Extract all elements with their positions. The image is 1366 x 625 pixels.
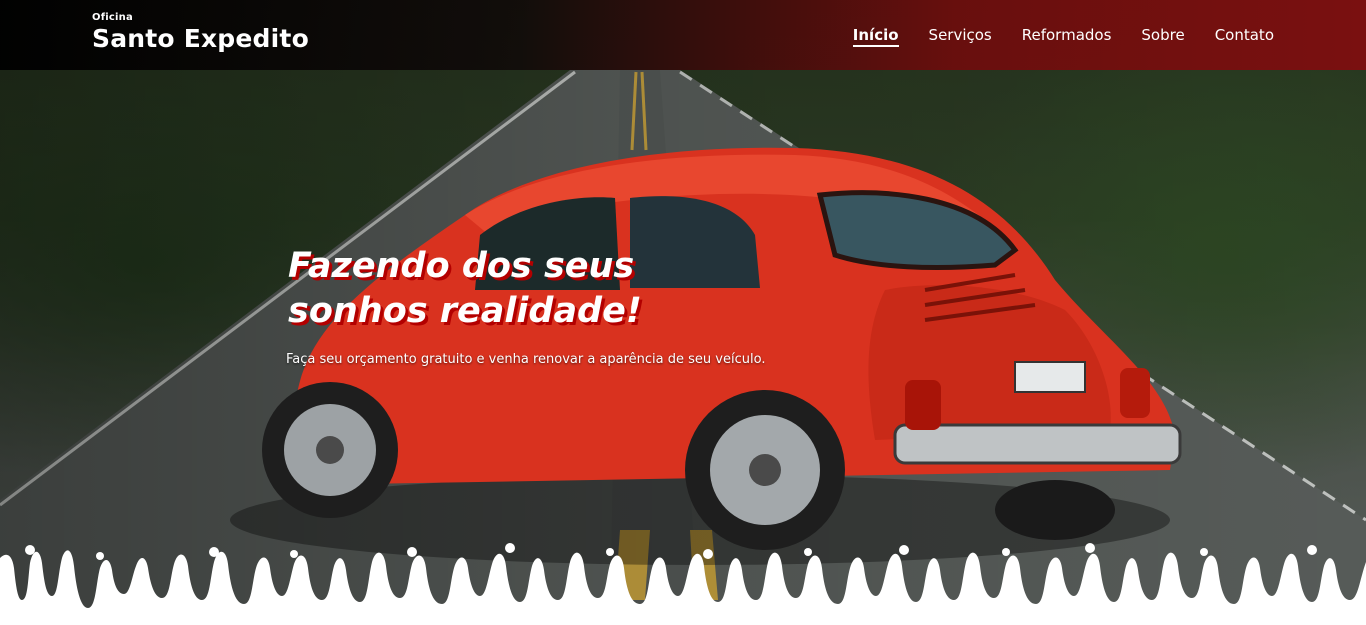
- top-navigation-bar: Oficina Santo Expedito Início Serviços R…: [0, 0, 1366, 70]
- nav-item-inicio[interactable]: Início: [852, 26, 899, 47]
- hero-subtext: Faça seu orçamento gratuito e venha reno…: [286, 352, 766, 367]
- hero-section: Fazendo dos seus sonhos realidade! Faça …: [0, 0, 1366, 625]
- brand-logo[interactable]: Oficina Santo Expedito: [92, 12, 309, 53]
- hero-headline-line1: Fazendo dos seus: [288, 246, 635, 286]
- hero-headline-line2: sonhos realidade!: [288, 291, 642, 331]
- nav-item-contato[interactable]: Contato: [1215, 26, 1274, 47]
- hero-headline: Fazendo dos seus sonhos realidade!: [288, 244, 808, 334]
- nav-item-sobre[interactable]: Sobre: [1141, 26, 1184, 47]
- main-nav: Início Serviços Reformados Sobre Contato: [852, 26, 1274, 47]
- nav-item-reformados[interactable]: Reformados: [1022, 26, 1112, 47]
- brand-name: Santo Expedito: [92, 24, 309, 53]
- nav-item-servicos[interactable]: Serviços: [929, 26, 992, 47]
- brand-small-label: Oficina: [92, 12, 133, 23]
- paint-drip-divider: [0, 543, 1366, 625]
